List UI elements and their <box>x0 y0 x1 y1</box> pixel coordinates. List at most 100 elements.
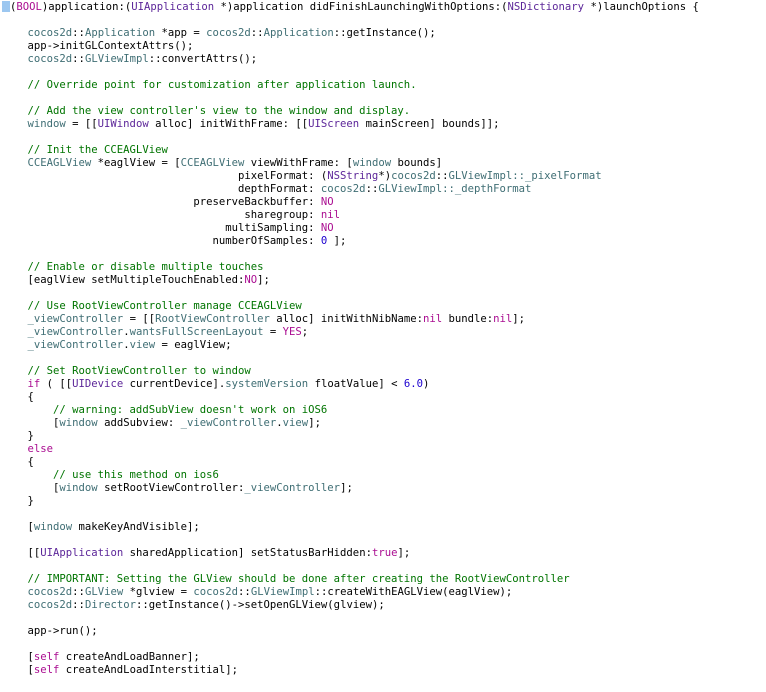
code-line[interactable]: // Override point for customization afte… <box>2 79 417 92</box>
code-line[interactable]: { <box>2 456 34 469</box>
code-token: = <box>263 326 283 338</box>
code-token: *glview = <box>123 586 194 598</box>
code-token: sharedApplication] setStatusBarHidden: <box>123 547 372 559</box>
code-line[interactable]: } <box>2 495 34 508</box>
code-token: cocos2d <box>320 183 366 195</box>
code-token: createAndLoadBanner]; <box>59 651 200 663</box>
code-line[interactable]: // IMPORTANT: Setting the GLView should … <box>2 573 570 586</box>
code-token: cocos2d <box>2 53 73 65</box>
code-line[interactable]: // Set RootViewController to window <box>2 365 251 378</box>
code-line[interactable]: app->run(); <box>2 625 98 638</box>
code-token: CCEAGLView <box>180 157 245 169</box>
code-token: alloc] initWithNibName: <box>269 313 423 325</box>
code-token: floatValue] < <box>308 378 404 390</box>
code-token: ]; <box>340 482 353 494</box>
code-line[interactable]: cocos2d::GLView *glview = cocos2d::GLVie… <box>2 586 513 599</box>
code-token: nil <box>320 209 341 221</box>
code-line[interactable]: preserveBackbuffer: NO <box>2 196 333 209</box>
code-token: numberOfSamples: <box>2 235 321 247</box>
code-line[interactable]: _viewController.view = eaglView; <box>2 339 232 352</box>
code-token: ]; <box>397 547 411 559</box>
code-token: nil <box>493 313 513 325</box>
code-token: :: <box>365 183 379 195</box>
code-line[interactable]: depthFormat: cocos2d::GLViewImpl::_depth… <box>2 183 531 196</box>
code-line[interactable]: [window makeKeyAndVisible]; <box>2 521 200 534</box>
code-token: :: <box>72 599 85 611</box>
code-token: *) <box>378 170 392 182</box>
code-line[interactable]: app->initGLContextAttrs(); <box>2 40 194 53</box>
code-token: app->run(); <box>2 625 98 637</box>
code-line[interactable]: cocos2d::GLViewImpl::convertAttrs(); <box>2 53 258 66</box>
code-token: [ <box>2 417 60 429</box>
code-token: ::getInstance()->setOpenGLView(glview); <box>135 599 385 611</box>
code-line[interactable]: [[UIApplication sharedApplication] setSt… <box>2 547 411 560</box>
code-token: UIApplication <box>40 547 124 559</box>
code-token: 6.0 <box>403 378 423 390</box>
code-line[interactable]: multiSampling: NO <box>2 222 334 235</box>
code-line[interactable]: (BOOL)application:(UIApplication *)appli… <box>2 1 699 14</box>
code-editor[interactable]: (BOOL)application:(UIApplication *)appli… <box>0 0 766 692</box>
code-token: currentDevice]. <box>123 378 226 390</box>
code-token: // use this method on ios6 <box>2 469 219 481</box>
code-token: NO <box>320 222 334 234</box>
code-line[interactable]: } <box>2 430 34 443</box>
code-token: if <box>27 378 41 390</box>
code-token: = [[ <box>65 118 98 130</box>
code-token: = [[ <box>123 313 156 325</box>
code-token: { <box>2 456 34 468</box>
code-token: view <box>129 339 156 351</box>
code-line[interactable]: // Enable or disable multiple touches <box>2 261 264 274</box>
code-token: cocos2d <box>206 27 251 39</box>
code-line[interactable]: else <box>2 443 54 456</box>
code-token: createAndLoadInterstitial]; <box>59 664 238 676</box>
code-token: // Use RootViewController manage CCEAGLV… <box>2 300 302 312</box>
code-line[interactable]: [window setRootViewController:_viewContr… <box>2 482 353 495</box>
code-line[interactable]: [window addSubview: _viewController.view… <box>2 417 321 430</box>
code-line[interactable]: if ( [[UIDevice currentDevice].systemVer… <box>2 378 430 391</box>
code-token: Director <box>84 599 136 611</box>
code-token: ; <box>301 326 309 338</box>
code-token: :: <box>72 53 85 65</box>
code-line[interactable]: [eaglView setMultipleTouchEnabled:NO]; <box>2 274 270 287</box>
code-token: // Set RootViewController to window <box>2 365 251 377</box>
code-token: [[ <box>2 547 41 559</box>
code-token: self <box>33 664 60 676</box>
code-line[interactable]: { <box>2 391 34 404</box>
code-line[interactable]: sharegroup: nil <box>2 209 340 222</box>
code-line[interactable]: window = [[UIWindow alloc] initWithFrame… <box>2 118 500 131</box>
code-line[interactable]: // use this method on ios6 <box>2 469 219 482</box>
code-token: _viewController <box>180 417 277 429</box>
code-line[interactable]: cocos2d::Director::getInstance()->setOpe… <box>2 599 385 612</box>
code-token: *app = <box>155 27 207 39</box>
code-line[interactable]: numberOfSamples: 0 ]; <box>2 235 346 248</box>
code-token: { <box>2 391 34 403</box>
code-token: )application:( <box>41 1 132 13</box>
code-token: cocos2d <box>391 170 436 182</box>
code-line[interactable]: [self createAndLoadBanner]; <box>2 651 200 664</box>
code-line[interactable]: [self createAndLoadInterstitial]; <box>2 664 239 677</box>
code-line[interactable]: cocos2d::Application *app = cocos2d::App… <box>2 27 436 40</box>
code-token: ]; <box>308 417 321 429</box>
code-line[interactable]: _viewController.wantsFullScreenLayout = … <box>2 326 309 339</box>
code-token: ]; <box>327 235 347 247</box>
code-token: GLViewImpl <box>250 586 315 598</box>
code-token: _viewController <box>2 326 124 338</box>
code-token: bounds] <box>391 157 443 169</box>
code-token: nil <box>422 313 443 325</box>
code-line[interactable]: _viewController = [[RootViewController a… <box>2 313 526 326</box>
code-token: [ <box>2 664 34 676</box>
code-line[interactable]: CCEAGLView *eaglView = [CCEAGLView viewW… <box>2 157 443 170</box>
code-token: Application <box>263 27 334 39</box>
code-token: addSubview: <box>97 417 181 429</box>
code-line[interactable]: // Init the CCEAGLView <box>2 144 168 157</box>
code-token: ::getInstance(); <box>333 27 436 39</box>
code-line[interactable]: pixelFormat: (NSString*)cocos2d::GLViewI… <box>2 170 602 183</box>
code-token: Application <box>84 27 156 39</box>
code-token: GLViewImpl <box>378 183 443 195</box>
code-line[interactable]: // warning: addSubView doesn't work on i… <box>2 404 327 417</box>
code-token: multiSampling: <box>2 222 321 234</box>
code-line[interactable]: // Add the view controller's view to the… <box>2 105 411 118</box>
code-token: wantsFullScreenLayout <box>129 326 264 338</box>
code-line[interactable]: // Use RootViewController manage CCEAGLV… <box>2 300 302 313</box>
code-token: preserveBackbuffer: <box>2 196 321 208</box>
